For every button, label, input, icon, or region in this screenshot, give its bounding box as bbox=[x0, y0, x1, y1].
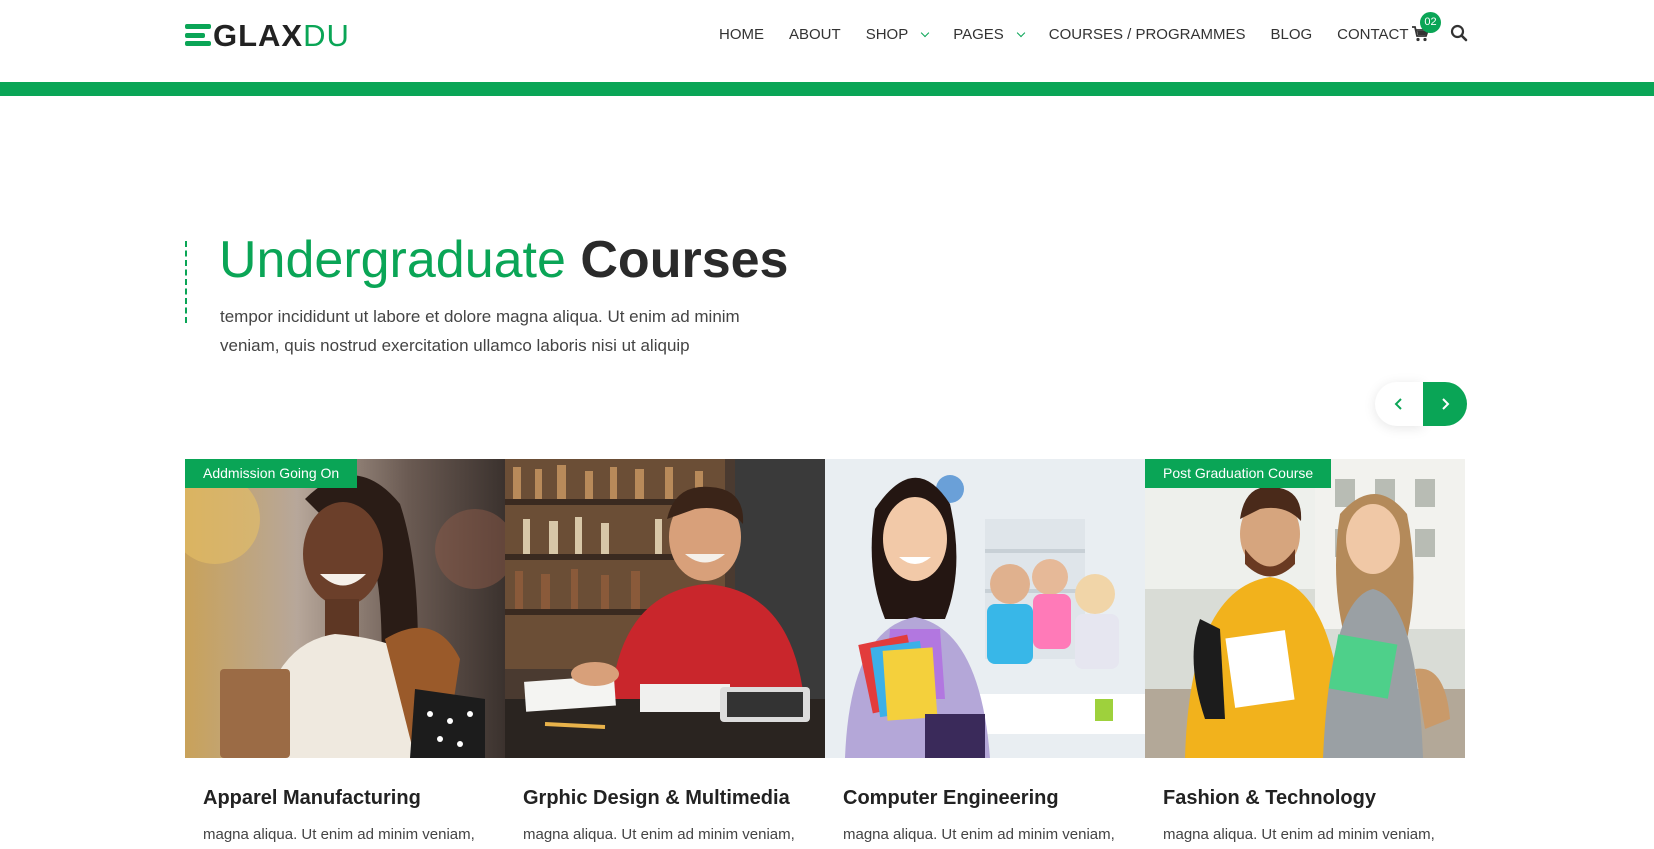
hero-description: tempor incididunt ut labore et dolore ma… bbox=[220, 307, 740, 355]
cart-button[interactable]: 02 bbox=[1412, 12, 1441, 44]
course-title[interactable]: Computer Engineering bbox=[843, 787, 1059, 810]
logo-mark-icon bbox=[185, 22, 211, 48]
course-title[interactable]: Apparel Manufacturing bbox=[203, 787, 421, 810]
course-badge: Post Graduation Course bbox=[1145, 459, 1332, 488]
page-title: Undergraduate Courses bbox=[219, 228, 788, 292]
chevron-down-icon bbox=[1016, 28, 1026, 37]
page-title-bold: Courses bbox=[580, 231, 789, 289]
chevron-right-icon bbox=[1442, 398, 1450, 410]
nav-item-contact[interactable]: CONTACT bbox=[1337, 26, 1408, 43]
course-description: magna aliqua. Ut enim ad minim veniam, bbox=[523, 826, 795, 843]
course-carousel: Addmission Going On Apparel Manufacturin… bbox=[185, 459, 1467, 849]
hero-accent-line bbox=[185, 241, 187, 323]
course-description: magna aliqua. Ut enim ad minim veniam, bbox=[1163, 826, 1435, 843]
course-title[interactable]: Fashion & Technology bbox=[1163, 787, 1376, 810]
nav-item-courses[interactable]: COURSES / PROGRAMMES bbox=[1049, 26, 1246, 43]
header-accent-bar bbox=[0, 82, 1654, 96]
chevron-down-icon bbox=[920, 28, 930, 37]
page-title-light: Undergraduate bbox=[219, 231, 566, 289]
nav-item-about[interactable]: ABOUT bbox=[789, 26, 841, 43]
course-card[interactable]: Computer Engineering magna aliqua. Ut en… bbox=[825, 459, 1145, 849]
chevron-left-icon bbox=[1394, 398, 1402, 410]
search-button[interactable] bbox=[1450, 24, 1468, 42]
course-card[interactable]: Post Graduation Course Fashion & Technol… bbox=[1145, 459, 1467, 849]
search-icon bbox=[1450, 24, 1468, 42]
course-image bbox=[185, 459, 505, 758]
site-logo[interactable]: GLAX DU bbox=[185, 18, 350, 52]
course-description: magna aliqua. Ut enim ad minim veniam, bbox=[843, 826, 1115, 843]
nav-item-shop[interactable]: SHOP bbox=[866, 26, 930, 43]
logo-text-main: GLAX bbox=[213, 17, 304, 53]
cart-count-badge: 02 bbox=[1420, 12, 1441, 33]
course-description: magna aliqua. Ut enim ad minim veniam, bbox=[203, 826, 475, 843]
site-header: GLAX DU HOME ABOUT SHOP PAGES COURSES / P… bbox=[0, 0, 1654, 82]
course-badge: Addmission Going On bbox=[185, 459, 358, 488]
slider-prev-button[interactable] bbox=[1375, 382, 1423, 426]
main-nav: HOME ABOUT SHOP PAGES COURSES / PROGRAMM… bbox=[719, 22, 1434, 46]
logo-text-accent: DU bbox=[303, 17, 350, 53]
nav-item-blog[interactable]: BLOG bbox=[1270, 26, 1312, 43]
course-card[interactable]: Addmission Going On Apparel Manufacturin… bbox=[185, 459, 505, 849]
slider-next-button[interactable] bbox=[1423, 382, 1467, 426]
course-card[interactable]: Grphic Design & Multimedia magna aliqua.… bbox=[505, 459, 825, 849]
course-image bbox=[505, 459, 825, 758]
nav-item-pages[interactable]: PAGES bbox=[953, 26, 1026, 43]
course-title[interactable]: Grphic Design & Multimedia bbox=[523, 787, 790, 810]
course-image bbox=[825, 459, 1145, 758]
nav-item-home[interactable]: HOME bbox=[719, 26, 764, 43]
course-image bbox=[1145, 459, 1467, 758]
